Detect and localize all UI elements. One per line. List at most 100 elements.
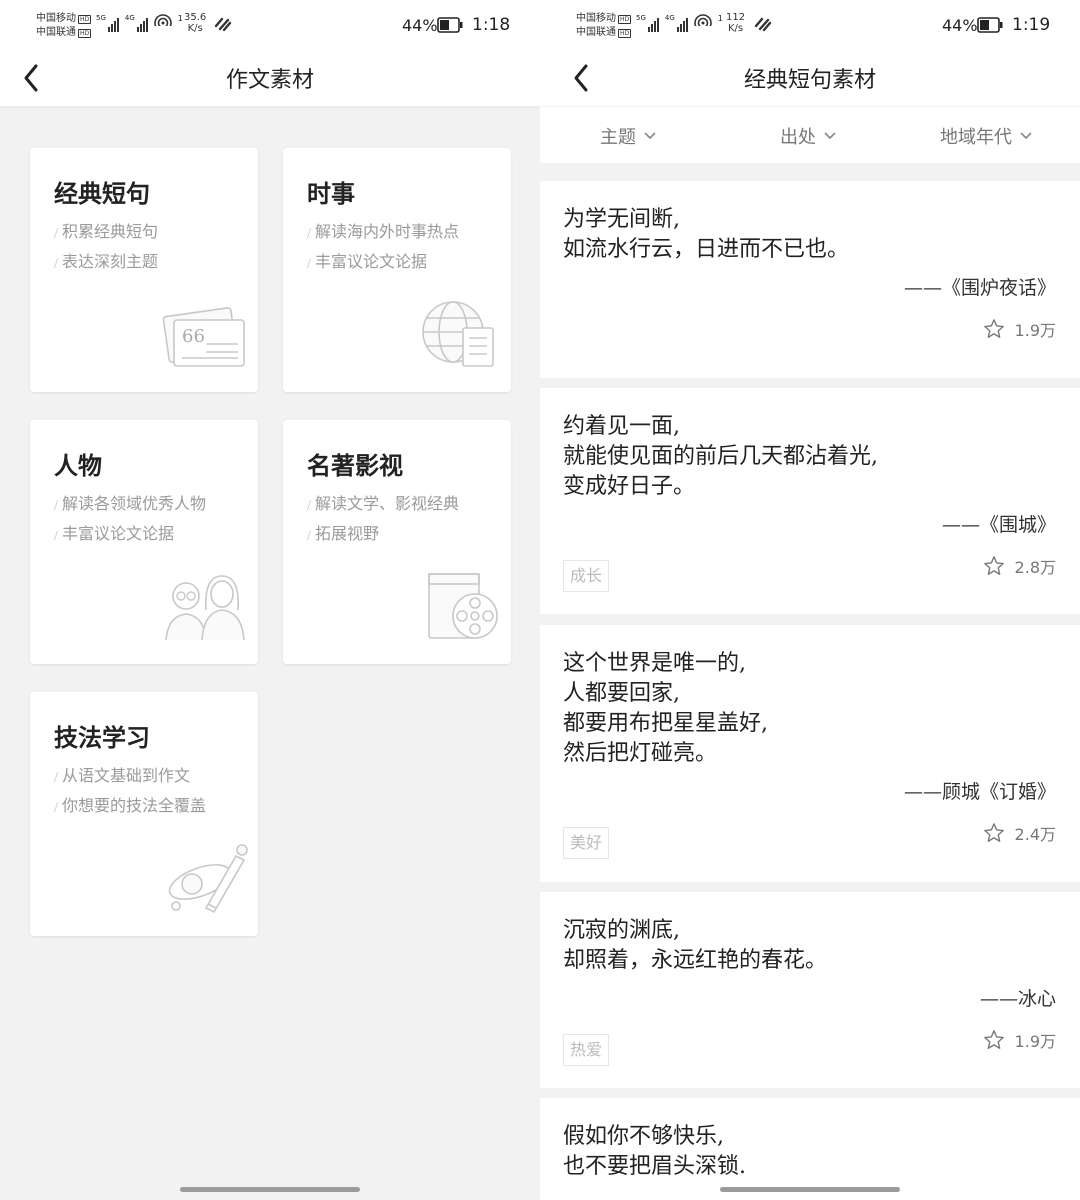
- quote-source: ——《围城》: [941, 514, 1056, 536]
- quote-line: 约着见一面,: [563, 414, 680, 439]
- filter-label: 出处: [780, 127, 816, 148]
- favorite-button[interactable]: 1.9万: [983, 1028, 1056, 1052]
- filter-source[interactable]: 出处: [780, 123, 836, 149]
- star-icon: [983, 556, 1004, 575]
- quote-line: 然后把灯碰亮。: [563, 741, 718, 766]
- filter-label: 地域年代: [940, 127, 1012, 148]
- network-speed: 112 K/s: [726, 12, 745, 34]
- star-icon: [983, 823, 1004, 842]
- quote-card[interactable]: 假如你不够快乐, 也不要把眉头深锁.: [540, 1098, 1080, 1200]
- card-subtitle: 表达深刻主题: [54, 248, 158, 272]
- category-card-techniques[interactable]: 技法学习 从语文基础到作文 你想要的技法全覆盖: [30, 692, 258, 936]
- battery-icon: [977, 17, 1003, 33]
- quote-text: 假如你不够快乐, 也不要把眉头深锁.: [563, 1122, 746, 1182]
- card-subtitle: 解读海内外时事热点: [307, 218, 459, 242]
- card-subtitle: 丰富议论文论据: [54, 520, 174, 544]
- wifi-number: 1: [177, 14, 183, 23]
- category-card-classics-film[interactable]: 名著影视 解读文学、影视经典 拓展视野: [283, 420, 511, 664]
- quote-card[interactable]: 沉寂的渊底, 却照着，永远红艳的春花。 ——冰心 热爱 1.9万: [540, 892, 1080, 1088]
- quote-line: 都要用布把星星盖好,: [563, 711, 768, 736]
- carrier-info: 中国移动 HD 中国联通 HD: [36, 13, 92, 38]
- card-subtitle: 拓展视野: [307, 520, 379, 544]
- nfc-icon: [754, 17, 772, 32]
- signal-icon: 4G: [125, 14, 148, 32]
- globe-news-icon: [422, 301, 494, 367]
- quote-card[interactable]: 这个世界是唯一的, 人都要回家, 都要用布把星星盖好, 然后把灯碰亮。 ——顾城…: [540, 625, 1080, 882]
- filter-bar: 主题 出处 地域年代: [540, 106, 1080, 163]
- signal-icon: 5G: [96, 14, 119, 32]
- nav-header: 作文素材: [0, 52, 540, 106]
- quote-text: 这个世界是唯一的, 人都要回家, 都要用布把星星盖好, 然后把灯碰亮。: [563, 649, 768, 769]
- home-indicator[interactable]: [720, 1187, 900, 1192]
- filter-label: 主题: [600, 127, 636, 148]
- star-icon: [983, 1030, 1004, 1049]
- book-film-icon: [428, 573, 498, 639]
- quote-line: 如流水行云，日进而不已也。: [563, 237, 850, 262]
- carrier-2: 中国联通: [576, 27, 616, 38]
- nfc-icon: [214, 17, 232, 32]
- carrier-1: 中国移动: [576, 13, 616, 24]
- favorite-count: 2.8万: [1014, 558, 1056, 577]
- quote-line: 却照着，永远红艳的春花。: [563, 948, 828, 973]
- favorite-button[interactable]: 2.8万: [983, 554, 1056, 578]
- classic-quotes-screen: 中国移动 HD 中国联通 HD 5G 4G 1 112 K/s 44% 1:19 经典…: [540, 0, 1080, 1200]
- pencil-orbit-icon: [168, 844, 248, 914]
- card-title: 人物: [54, 451, 102, 480]
- quote-tag[interactable]: 热爱: [563, 1034, 610, 1066]
- favorite-count: 1.9万: [1014, 321, 1056, 340]
- card-subtitle: 从语文基础到作文: [54, 762, 190, 786]
- network-speed: 35.6 K/s: [184, 12, 206, 34]
- status-bar: 中国移动 HD 中国联通 HD 5G 4G 1 112 K/s 44% 1:19: [540, 0, 1080, 52]
- carrier-2: 中国联通: [36, 27, 76, 38]
- star-icon: [983, 319, 1004, 338]
- chevron-down-icon: [1020, 132, 1032, 140]
- quote-source: ——冰心: [979, 988, 1056, 1010]
- card-subtitle: 解读各领域优秀人物: [54, 490, 206, 514]
- signal-icon: 5G: [636, 14, 659, 32]
- status-bar: 中国移动 HD 中国联通 HD 5G 4G 1 35.6 K/s 44% 1:18: [0, 0, 540, 52]
- quote-card[interactable]: 为学无间断, 如流水行云，日进而不已也。 ——《围炉夜话》 1.9万: [540, 181, 1080, 378]
- quote-line: 人都要回家,: [563, 681, 680, 706]
- quote-line: 变成好日子。: [563, 474, 696, 499]
- card-title: 时事: [307, 179, 355, 208]
- quote-source: ——顾城《订婚》: [903, 781, 1056, 803]
- filter-region-era[interactable]: 地域年代: [940, 123, 1032, 149]
- network-type-1: 5G: [96, 14, 106, 22]
- quote-line: 也不要把眉头深锁.: [563, 1154, 746, 1179]
- favorite-count: 1.9万: [1014, 1032, 1056, 1051]
- nav-header: 经典短句素材: [540, 52, 1080, 106]
- network-type-2: 4G: [664, 14, 675, 22]
- card-subtitle: 解读文学、影视经典: [307, 490, 459, 514]
- quote-tag[interactable]: 美好: [563, 827, 610, 859]
- quote-tag[interactable]: 成长: [563, 560, 610, 592]
- chevron-down-icon: [824, 132, 836, 140]
- quote-text: 沉寂的渊底, 却照着，永远红艳的春花。: [563, 916, 827, 976]
- quote-card[interactable]: 约着见一面, 就能使见面的前后几天都沾着光, 变成好日子。 ——《围城》 成长 …: [540, 388, 1080, 614]
- clock: 1:19: [1012, 15, 1051, 35]
- home-indicator[interactable]: [180, 1187, 360, 1192]
- page-title: 经典短句素材: [743, 68, 876, 93]
- quote-text: 约着见一面, 就能使见面的前后几天都沾着光, 变成好日子。: [563, 412, 878, 502]
- materials-home-screen: 中国移动 HD 中国联通 HD 5G 4G 1 35.6 K/s 44% 1:18 作…: [0, 0, 540, 1200]
- card-subtitle: 丰富议论文论据: [307, 248, 427, 272]
- favorite-button[interactable]: 2.4万: [983, 821, 1056, 845]
- filter-theme[interactable]: 主题: [600, 123, 656, 149]
- quote-line: 沉寂的渊底,: [563, 918, 680, 943]
- quote-text: 为学无间断, 如流水行云，日进而不已也。: [563, 205, 849, 265]
- signal-icon: 4G: [665, 14, 688, 32]
- speed-value: 112: [726, 12, 746, 23]
- wifi-icon: [153, 14, 172, 32]
- svg-text:66: 66: [182, 326, 205, 347]
- category-card-classic-quotes[interactable]: 经典短句 积累经典短句 表达深刻主题 66: [30, 148, 258, 392]
- quote-line: 假如你不够快乐,: [563, 1124, 724, 1149]
- card-title: 经典短句: [54, 179, 150, 208]
- card-title: 技法学习: [54, 723, 150, 752]
- favorite-button[interactable]: 1.9万: [983, 317, 1056, 341]
- wifi-number: 1: [717, 14, 723, 23]
- battery-percent: 44%: [402, 16, 438, 35]
- carrier-info: 中国移动 HD 中国联通 HD: [576, 13, 632, 38]
- category-card-people[interactable]: 人物 解读各领域优秀人物 丰富议论文论据: [30, 420, 258, 664]
- people-icon: [165, 575, 245, 641]
- chevron-down-icon: [644, 132, 656, 140]
- category-card-current-affairs[interactable]: 时事 解读海内外时事热点 丰富议论文论据: [283, 148, 511, 392]
